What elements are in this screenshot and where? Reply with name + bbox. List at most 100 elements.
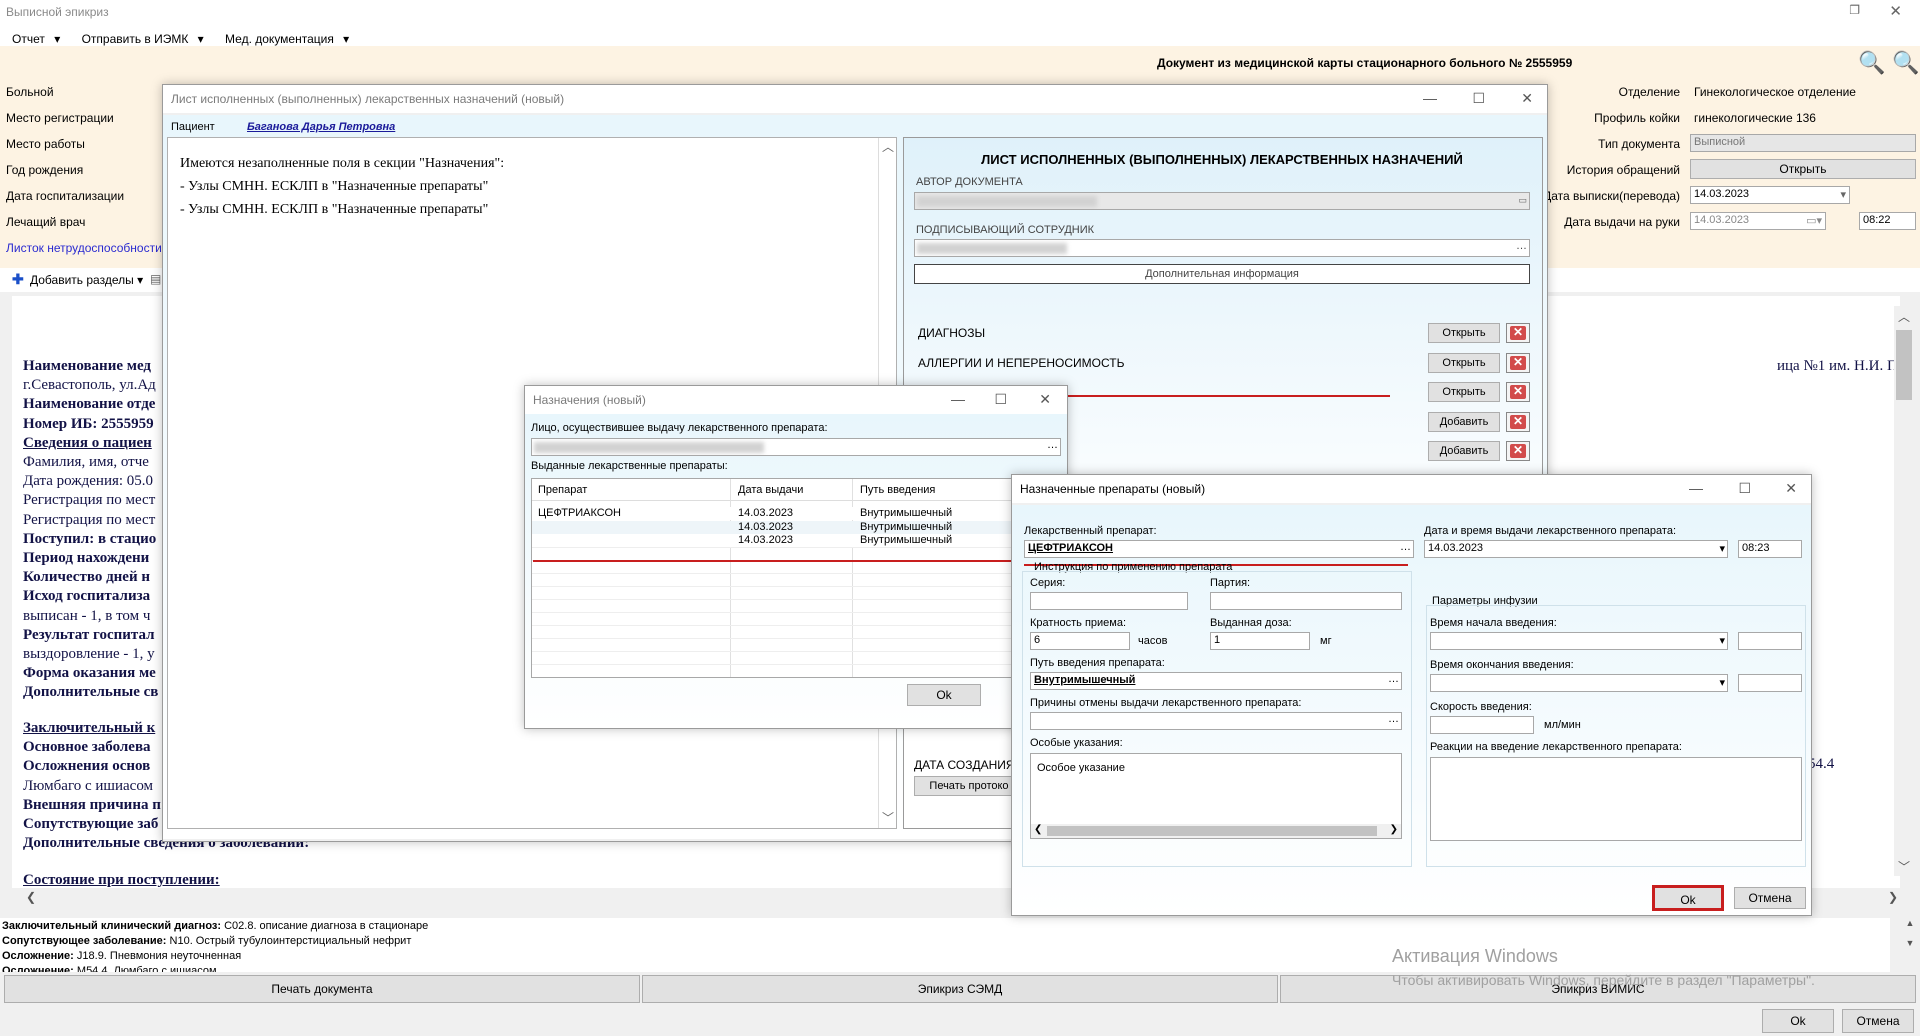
frequency-input[interactable]: 6 [1030, 632, 1130, 650]
section-button[interactable]: Открыть [1428, 352, 1500, 373]
doc-scrollbar[interactable]: ︿ ﹀ [1894, 306, 1914, 876]
scroll-thumb[interactable] [1047, 826, 1377, 836]
close-icon[interactable]: ✕ [1889, 2, 1902, 20]
main-cancel-button[interactable]: Отмена [1842, 1009, 1914, 1033]
delete-icon[interactable] [1506, 411, 1530, 432]
print-protocol-button[interactable]: Печать протоко [914, 776, 1024, 796]
zoom-out-icon[interactable]: 🔍 [1892, 50, 1919, 76]
browse-icon[interactable]: … [1388, 713, 1399, 725]
signer-blurred-value [917, 243, 1067, 254]
main-ok-button[interactable]: Ok [1762, 1009, 1834, 1033]
state-title: Состояние при поступлении: [23, 872, 220, 888]
discharge-date-input[interactable]: 14.03.2023 ▾ [1690, 186, 1850, 204]
scroll-right-icon[interactable]: ❯ [1390, 824, 1398, 835]
hscrollbar[interactable]: ❮ ❯ [1031, 824, 1401, 838]
table-row[interactable]: 14.03.2023 Внутримышечный [532, 534, 1060, 547]
add-sections-button[interactable]: Добавить разделы ▾ [30, 273, 143, 287]
issue-time-input[interactable]: 08:23 [1738, 540, 1802, 558]
browse-icon[interactable]: ▭ [1518, 195, 1527, 206]
handout-time-input[interactable]: 08:22 [1859, 212, 1916, 230]
reaction-textarea[interactable] [1430, 757, 1802, 841]
maximize-icon[interactable]: ☐ [994, 391, 1007, 408]
messages-list: Имеются незаполненные поля в секции "Наз… [180, 152, 504, 221]
scroll-up-icon[interactable]: ︿ [882, 138, 894, 155]
section-label: АЛЛЕРГИИ И НЕПЕРЕНОСИМОСТЬ [918, 355, 1125, 370]
browse-icon[interactable]: … [1388, 673, 1399, 685]
speed-input[interactable] [1430, 716, 1534, 734]
table-row[interactable]: ЦЕФТРИАКСОН 14.03.2023 Внутримышечный [532, 507, 1060, 520]
route-input[interactable]: Внутримышечный… [1030, 672, 1402, 690]
chevron-down-icon[interactable]: ▾ [1719, 634, 1725, 647]
scroll-left-icon[interactable]: ❮ [26, 890, 36, 904]
start-time-select[interactable]: ▾ [1430, 632, 1728, 650]
close-icon[interactable]: ✕ [1039, 391, 1051, 408]
bottom-info-key: Осложнение: [2, 965, 74, 972]
datetime-label: Дата и время выдачи лекарственного препа… [1424, 525, 1677, 537]
bottom-info-value: M54.4. Люмбаго с ишиасом [73, 965, 217, 972]
chevron-down-icon[interactable]: ▾ [1719, 542, 1725, 555]
arrow-line [533, 560, 1015, 562]
section-button[interactable]: Добавить [1428, 441, 1500, 461]
route-label: Путь введения препарата: [1030, 657, 1165, 669]
delete-icon[interactable] [1506, 382, 1530, 402]
special-textarea[interactable]: Особое указание ❮ ❯ [1030, 753, 1402, 839]
scroll-down-icon[interactable]: ﹀ [882, 809, 894, 826]
dose-input[interactable]: 1 [1210, 632, 1310, 650]
browse-icon[interactable]: … [1400, 541, 1411, 553]
patient-name-link[interactable]: Баганова Дарья Петровна [247, 121, 395, 133]
minimize-icon[interactable]: — [1689, 480, 1703, 496]
sick-leave-link[interactable]: Листок нетрудоспособности [6, 241, 162, 255]
author-input[interactable]: ▭ [914, 192, 1530, 210]
drug-cancel-button[interactable]: Отмена [1734, 887, 1806, 909]
minimize-icon[interactable]: — [951, 391, 965, 407]
signer-input[interactable]: … [914, 239, 1530, 257]
end-time-input[interactable] [1738, 674, 1802, 692]
zoom-in-icon[interactable]: 🔍 [1858, 50, 1885, 76]
series-input[interactable] [1030, 592, 1188, 610]
document-title: Документ из медицинской карты стационарн… [1157, 56, 1573, 70]
assign-ok-button[interactable]: Ok [907, 684, 981, 706]
delete-icon[interactable] [1506, 323, 1530, 343]
end-time-select[interactable]: ▾ [1430, 674, 1728, 692]
section-button[interactable]: Открыть [1428, 382, 1500, 402]
history-open-button[interactable]: Открыть [1690, 159, 1916, 179]
delete-icon[interactable] [1506, 441, 1530, 461]
drug-value: ЦЕФТРИАКСОН [1028, 542, 1113, 554]
bottom-info-scrollbar[interactable]: ▲ ▼ [1903, 918, 1917, 972]
doc-line: Номер ИБ: 2555959 [23, 415, 154, 432]
calendar-icon[interactable]: ▭▾ [1806, 214, 1822, 227]
drug-input[interactable]: ЦЕФТРИАКСОН … [1024, 540, 1414, 558]
minimize-icon[interactable]: — [1423, 90, 1437, 106]
delete-icon[interactable] [1506, 352, 1530, 373]
start-time-input[interactable] [1738, 632, 1802, 650]
batch-input[interactable] [1210, 592, 1402, 610]
scroll-right-icon[interactable]: ❯ [1888, 890, 1898, 904]
drug-ok-button[interactable]: Ok [1652, 885, 1724, 911]
cancel-reason-input[interactable]: … [1030, 712, 1402, 730]
restore-icon[interactable]: ❐ [1849, 3, 1860, 17]
epicrisis-semd-button[interactable]: Эпикриз СЭМД [642, 975, 1278, 1003]
issue-date-input[interactable]: 14.03.2023 ▾ [1424, 540, 1728, 558]
browse-icon[interactable]: … [1516, 240, 1527, 252]
close-icon[interactable]: ✕ [1521, 90, 1533, 107]
doctype-select[interactable]: Выписной [1690, 134, 1916, 152]
issuer-input[interactable]: … [531, 438, 1061, 456]
maximize-icon[interactable]: ☐ [1472, 90, 1485, 107]
print-document-button[interactable]: Печать документа [4, 975, 640, 1003]
document-icon[interactable]: ▤ [150, 272, 161, 286]
scroll-left-icon[interactable]: ❮ [1034, 824, 1042, 835]
maximize-icon[interactable]: ☐ [1738, 480, 1751, 497]
chevron-down-icon[interactable]: ▾ [1719, 676, 1725, 689]
section-button[interactable]: Открыть [1428, 323, 1500, 343]
table-row[interactable]: 14.03.2023 Внутримышечный [532, 520, 1060, 534]
handout-date-input[interactable]: 14.03.2023 ▭▾ [1690, 212, 1826, 230]
chevron-down-icon[interactable]: ▾ [1840, 188, 1846, 201]
browse-icon[interactable]: … [1047, 439, 1058, 451]
close-icon[interactable]: ✕ [1785, 480, 1797, 497]
scroll-down-icon[interactable]: ﹀ [1898, 858, 1910, 875]
plus-icon[interactable]: ✚ [12, 271, 24, 288]
extra-info-button[interactable]: Дополнительная информация [914, 264, 1530, 284]
section-button[interactable]: Добавить [1428, 411, 1500, 432]
scroll-up-icon[interactable]: ︿ [1898, 308, 1910, 325]
scroll-thumb[interactable] [1896, 330, 1912, 400]
